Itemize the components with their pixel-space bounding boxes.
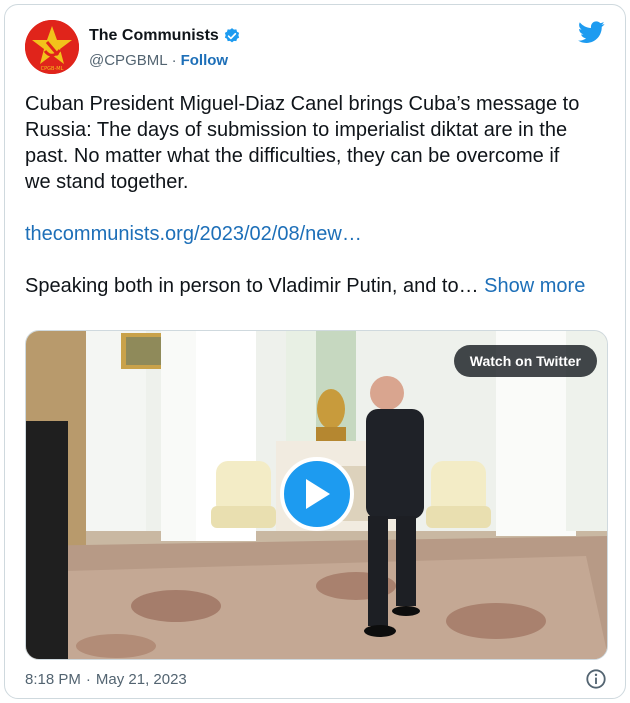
follow-button[interactable]: Follow [181, 52, 229, 69]
tweet-timestamp[interactable]: 8:18 PM · May 21, 2023 [25, 671, 187, 688]
handle-separator: · [171, 52, 177, 69]
tweet-text-line: we stand together. [25, 171, 189, 193]
tweet-snippet: Speaking both in person to Vladimir Puti… [25, 275, 485, 297]
article-link[interactable]: thecommunists.org/2023/02/08/new… [25, 223, 362, 245]
tweet-snippet-line: Speaking both in person to Vladimir Puti… [25, 273, 610, 299]
account-name[interactable]: The Communists [89, 27, 219, 45]
account-handle[interactable]: @CPGBML [89, 52, 168, 69]
tweet-time: 8:18 PM [25, 671, 81, 688]
watch-on-twitter-button[interactable]: Watch on Twitter [453, 345, 597, 377]
svg-text:CPGB-ML: CPGB-ML [41, 66, 64, 72]
play-button[interactable] [280, 457, 354, 531]
twitter-bird-icon[interactable] [578, 21, 605, 44]
timestamp-separator: · [85, 671, 91, 688]
avatar[interactable]: CPGB-ML [25, 20, 79, 74]
handle-row: @CPGBML · Follow [89, 52, 228, 69]
show-more-link[interactable]: Show more [484, 275, 585, 297]
tweet-text-line: past. No matter what the difficulties, t… [25, 145, 560, 167]
tweet-date: May 21, 2023 [95, 671, 187, 688]
tweet-text-line: Russia: The days of submission to imperi… [25, 119, 568, 141]
video-media[interactable]: Watch on Twitter [25, 330, 608, 660]
tweet-text-line: Cuban President Miguel-Diaz Canel brings… [25, 93, 580, 115]
play-icon [306, 479, 330, 509]
hammer-sickle-star-icon: CPGB-ML [25, 20, 79, 74]
tweet-card: CPGB-ML The Communists @CPGBML · Follow … [4, 4, 626, 699]
info-icon[interactable] [585, 668, 607, 690]
account-name-row: The Communists [89, 27, 241, 45]
tweet-text: Cuban President Miguel-Diaz Canel brings… [25, 91, 610, 299]
verified-badge-icon [224, 28, 239, 43]
